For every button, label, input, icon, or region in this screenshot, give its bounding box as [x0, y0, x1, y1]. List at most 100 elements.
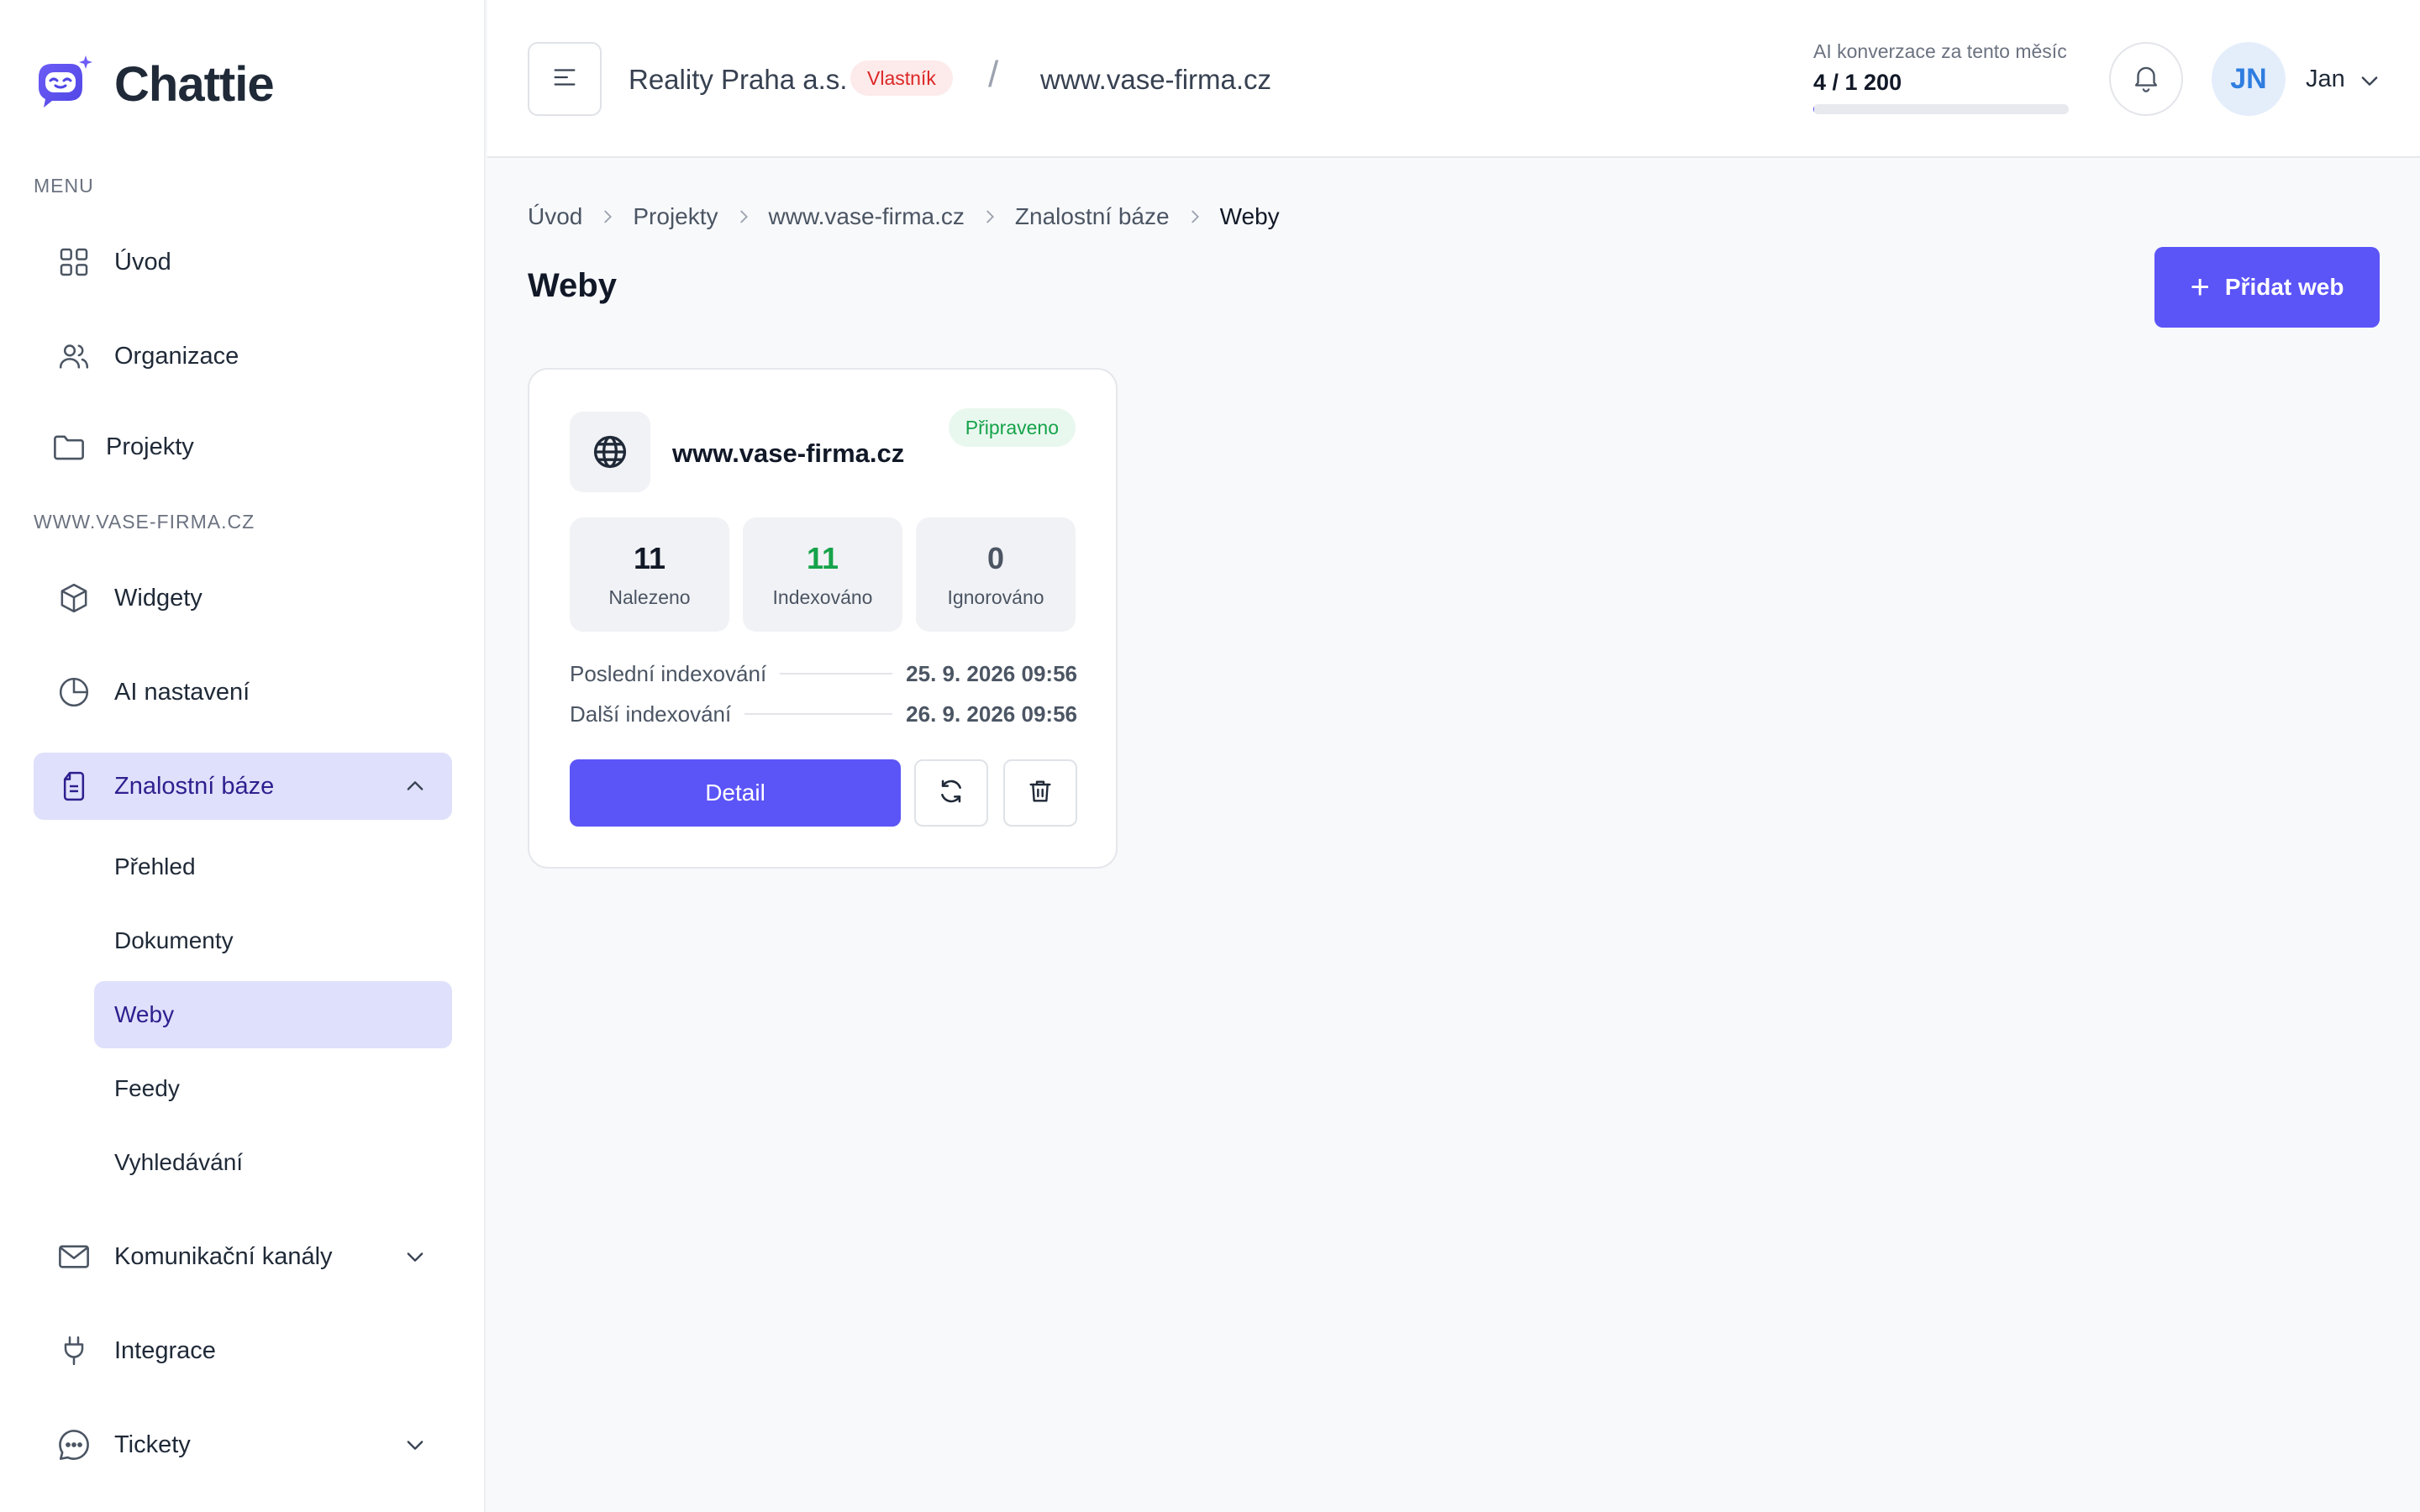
sidebar-subitem-label: Dokumenty — [114, 927, 234, 953]
chevron-right-icon — [973, 205, 1007, 228]
sidebar-subitem-weby[interactable]: Weby — [94, 981, 452, 1048]
chat-icon — [55, 1426, 92, 1463]
reindex-button[interactable] — [914, 759, 988, 827]
website-card: www.vase-firma.cz Připraveno 11 Nalezeno… — [528, 368, 1118, 869]
user-name[interactable]: Jan — [2306, 66, 2345, 93]
sidebar-item-label: Integrace — [114, 1336, 216, 1364]
next-index-label: Další indexování — [570, 701, 732, 727]
trash-icon — [1027, 778, 1054, 809]
stat-indexed: 11 Indexováno — [743, 517, 902, 632]
sidebar-subitem-label: Vyhledávání — [114, 1149, 244, 1175]
stat-label: Indexováno — [772, 586, 873, 608]
next-index-row: Další indexování 26. 9. 2026 09:56 — [570, 699, 1077, 729]
divider — [780, 673, 893, 675]
website-name: www.vase-firma.cz — [672, 438, 905, 468]
top-header: Reality Praha a.s. Vlastník / www.vase-f… — [487, 0, 2420, 158]
breadcrumb-projekty[interactable]: Projekty — [633, 203, 718, 230]
chevron-right-icon — [727, 205, 760, 228]
document-icon — [55, 768, 92, 805]
sidebar-item-label: Znalostní báze — [114, 772, 275, 800]
page-title: Weby — [528, 267, 617, 304]
cube-icon — [55, 580, 92, 617]
breadcrumb-project[interactable]: www.vase-firma.cz — [769, 203, 965, 230]
sidebar-item-label: Úvod — [114, 248, 171, 276]
sidebar-item-projekty[interactable]: Projekty — [34, 413, 452, 480]
ai-usage-meter: AI konverzace za tento měsíc 4 / 1 200 — [1813, 40, 2070, 114]
menu-toggle-button[interactable] — [528, 42, 602, 116]
sidebar-item-integrace[interactable]: Integrace — [34, 1317, 452, 1384]
chevron-right-icon — [1178, 205, 1212, 228]
chevron-down-icon — [403, 1433, 427, 1457]
header-separator: / — [988, 54, 999, 95]
project-selector[interactable]: www.vase-firma.cz — [1040, 64, 1271, 96]
delete-button[interactable] — [1003, 759, 1077, 827]
sidebar-subitem-feedy[interactable]: Feedy — [94, 1055, 452, 1122]
menu-icon — [550, 63, 579, 96]
chevron-down-icon[interactable] — [2358, 69, 2381, 92]
globe-icon — [570, 412, 650, 492]
last-index-row: Poslední indexování 25. 9. 2026 09:56 — [570, 659, 1077, 689]
chattie-logo-icon — [34, 54, 94, 114]
users-icon — [55, 338, 92, 375]
chevron-down-icon — [403, 1245, 427, 1268]
notifications-button[interactable] — [2109, 42, 2183, 116]
sidebar-item-ai-nastaveni[interactable]: AI nastavení — [34, 659, 452, 726]
last-index-value: 25. 9. 2026 09:56 — [906, 660, 1077, 686]
divider — [744, 713, 893, 715]
sidebar-subitem-dokumenty[interactable]: Dokumenty — [94, 907, 452, 974]
sidebar-item-label: Widgety — [114, 584, 203, 612]
stat-label: Nalezeno — [608, 586, 691, 608]
plug-icon — [55, 1332, 92, 1369]
stat-ignored: 0 Ignorováno — [916, 517, 1076, 632]
stat-label: Ignorováno — [947, 586, 1044, 608]
stat-value: 11 — [806, 541, 839, 575]
chevron-up-icon — [403, 774, 427, 798]
role-badge: Vlastník — [850, 60, 953, 96]
stat-value: 11 — [633, 541, 666, 575]
sidebar: Chattie MENU Úvod Organizace Projekty WW… — [0, 0, 486, 1512]
sidebar-subitem-vyhledavani[interactable]: Vyhledávání — [94, 1129, 452, 1196]
detail-button[interactable]: Detail — [570, 759, 901, 827]
sidebar-item-label: Organizace — [114, 342, 239, 370]
sidebar-item-uvod[interactable]: Úvod — [34, 228, 452, 296]
add-website-button[interactable]: + Přidat web — [2154, 247, 2380, 328]
app-logo[interactable]: Chattie — [34, 54, 275, 114]
sidebar-item-label: Komunikační kanály — [114, 1242, 333, 1270]
breadcrumb-uvod[interactable]: Úvod — [528, 203, 582, 230]
sidebar-subitem-label: Přehled — [114, 853, 196, 879]
app-name: Chattie — [114, 56, 275, 112]
status-badge: Připraveno — [948, 408, 1076, 447]
sidebar-subitem-prehled[interactable]: Přehled — [94, 833, 452, 900]
usage-progress-bar — [1813, 104, 2069, 114]
breadcrumb: Úvod Projekty www.vase-firma.cz Znalostn… — [528, 203, 1280, 230]
menu-section-label: MENU — [34, 175, 94, 197]
usage-caption: AI konverzace za tento měsíc — [1813, 40, 2067, 62]
stat-value: 0 — [986, 541, 1005, 575]
sidebar-item-komunikacni-kanaly[interactable]: Komunikační kanály — [34, 1223, 452, 1290]
folder-icon — [50, 428, 87, 465]
usage-value: 4 / 1 200 — [1813, 70, 1902, 95]
breadcrumb-current: Weby — [1219, 203, 1280, 229]
sidebar-item-organizace[interactable]: Organizace — [34, 323, 452, 390]
add-website-label: Přidat web — [2224, 274, 2344, 300]
mail-icon — [55, 1238, 92, 1275]
sidebar-item-tickety[interactable]: Tickety — [34, 1411, 452, 1478]
organization-name[interactable]: Reality Praha a.s. — [629, 64, 847, 96]
bell-icon — [2130, 61, 2162, 97]
usage-progress-fill — [1813, 104, 1814, 114]
sidebar-item-label: Projekty — [106, 433, 194, 460]
sidebar-item-znalostni-baze[interactable]: Znalostní báze — [34, 753, 452, 820]
plus-icon: + — [2190, 269, 2210, 306]
last-index-label: Poslední indexování — [570, 660, 767, 686]
user-avatar[interactable]: JN — [2212, 42, 2286, 116]
sidebar-item-label: Tickety — [114, 1431, 191, 1458]
sidebar-item-widgety[interactable]: Widgety — [34, 564, 452, 632]
pie-chart-icon — [55, 674, 92, 711]
sidebar-item-label: AI nastavení — [114, 678, 250, 706]
stat-found: 11 Nalezeno — [570, 517, 729, 632]
grid-icon — [55, 244, 92, 281]
breadcrumb-znalostni-baze[interactable]: Znalostní báze — [1015, 203, 1170, 230]
next-index-value: 26. 9. 2026 09:56 — [906, 701, 1077, 727]
sidebar-subitem-label: Weby — [114, 1001, 175, 1027]
sidebar-subitem-label: Feedy — [114, 1075, 180, 1101]
